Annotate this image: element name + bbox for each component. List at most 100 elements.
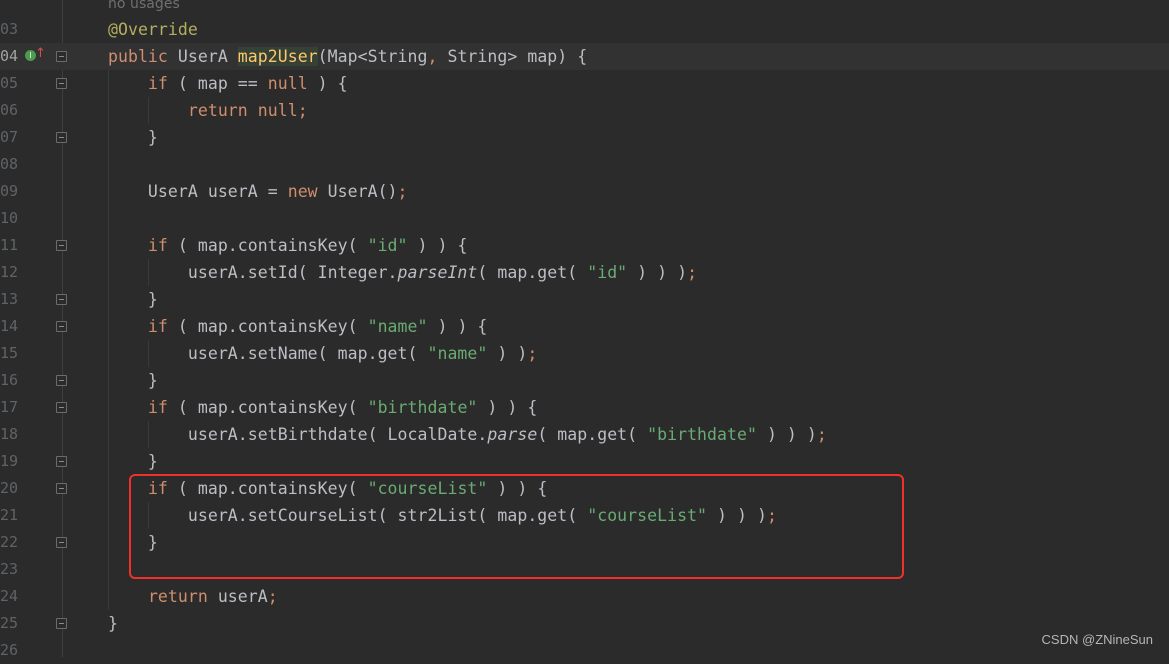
code-text: return null; (108, 97, 308, 124)
code-text: if ( map.containsKey( "name" ) ) { (108, 313, 487, 340)
line-number[interactable]: 11 (0, 232, 18, 259)
line-number[interactable]: 19 (0, 448, 18, 475)
code-token: "birthdate" (367, 398, 478, 417)
code-token: userA.setName( map.get( (108, 344, 428, 363)
line-number[interactable]: 06 (0, 97, 18, 124)
code-token: "birthdate" (647, 425, 757, 444)
line-number[interactable]: 22 (0, 529, 18, 556)
line-number[interactable]: 08 (0, 151, 18, 178)
fold-toggle-icon[interactable] (56, 456, 67, 467)
code-line[interactable]: 10 (0, 205, 1169, 232)
code-line[interactable]: 11 if ( map.containsKey( "id" ) ) { (0, 232, 1169, 259)
code-token: @Override (108, 20, 198, 39)
code-line[interactable]: 17 if ( map.containsKey( "birthdate" ) )… (0, 394, 1169, 421)
code-text: } (108, 286, 158, 313)
code-line[interactable]: 08 (0, 151, 1169, 178)
code-token: UserA (177, 47, 238, 66)
code-token: "name" (427, 344, 488, 363)
indent-guide (108, 70, 109, 610)
code-token: parse (487, 425, 538, 444)
code-token: ( map.containsKey( (167, 317, 368, 336)
code-line[interactable]: 04 I ↑ public UserA map2User(Map<String, St… (0, 43, 1169, 70)
code-token: new (287, 182, 318, 201)
line-number[interactable]: 18 (0, 421, 18, 448)
line-number[interactable]: 13 (0, 286, 18, 313)
line-number[interactable]: 12 (0, 259, 18, 286)
code-token: if (147, 236, 168, 255)
line-number[interactable]: 04 (0, 43, 18, 70)
code-token: ) ) ) (627, 263, 688, 282)
code-token: ) ) { (407, 236, 468, 255)
code-token: (Map<String (317, 47, 428, 66)
line-number[interactable]: 03 (0, 16, 18, 43)
fold-toggle-icon[interactable] (56, 321, 67, 332)
fold-toggle-icon[interactable] (56, 375, 67, 386)
fold-toggle-icon[interactable] (56, 51, 67, 62)
code-token: null (267, 74, 308, 93)
fold-toggle-icon[interactable] (56, 294, 67, 305)
code-token: userA (207, 587, 268, 606)
line-number[interactable]: 07 (0, 124, 18, 151)
line-number[interactable]: 20 (0, 475, 18, 502)
code-line[interactable]: 16 } (0, 367, 1169, 394)
code-token: userA.setBirthdate( LocalDate. (108, 425, 488, 444)
code-line[interactable]: 05 if ( map == null ) { (0, 70, 1169, 97)
code-line[interactable]: 03 @Override (0, 16, 1169, 43)
code-line[interactable]: 13 } (0, 286, 1169, 313)
fold-toggle-icon[interactable] (56, 402, 67, 413)
line-number[interactable]: 26 (0, 637, 18, 664)
code-line[interactable]: 25} (0, 610, 1169, 637)
line-number[interactable]: 14 (0, 313, 18, 340)
code-token: ) ) { (477, 398, 538, 417)
code-line[interactable]: 26 (0, 637, 1169, 664)
line-number[interactable]: 24 (0, 583, 18, 610)
line-number[interactable]: 10 (0, 205, 18, 232)
code-line[interactable]: 07 } (0, 124, 1169, 151)
code-token: ) ) ) (756, 425, 817, 444)
code-token: ; (397, 182, 408, 201)
line-number[interactable]: 25 (0, 610, 18, 637)
code-token: } (108, 452, 158, 471)
code-line[interactable]: 24 return userA; (0, 583, 1169, 610)
code-text: return userA; (108, 583, 278, 610)
override-arrow-icon[interactable]: ↑ (35, 47, 46, 60)
fold-toggle-icon[interactable] (56, 483, 67, 494)
indent-guide (148, 421, 149, 448)
code-token: public (108, 47, 178, 66)
line-number[interactable]: 15 (0, 340, 18, 367)
code-line[interactable]: 09 UserA userA = new UserA(); (0, 178, 1169, 205)
code-token: "id" (367, 236, 408, 255)
line-number[interactable]: 16 (0, 367, 18, 394)
watermark: CSDN @ZNineSun (1041, 632, 1153, 647)
code-line[interactable]: 12 userA.setId( Integer.parseInt( map.ge… (0, 259, 1169, 286)
code-token: } (108, 614, 118, 633)
code-line[interactable]: 14 if ( map.containsKey( "name" ) ) { (0, 313, 1169, 340)
fold-toggle-icon[interactable] (56, 132, 67, 143)
code-text: } (108, 124, 158, 151)
fold-toggle-icon[interactable] (56, 537, 67, 548)
code-line[interactable]: 06 return null; (0, 97, 1169, 124)
indent-guide (148, 259, 149, 286)
fold-toggle-icon[interactable] (56, 240, 67, 251)
code-token: ; (527, 344, 538, 363)
code-line[interactable]: 19 } (0, 448, 1169, 475)
code-token: ( map.get( (537, 425, 648, 444)
code-token: ) ) (487, 344, 528, 363)
line-number[interactable]: 09 (0, 178, 18, 205)
code-token: ( map.containsKey( (167, 398, 368, 417)
code-token: parseInt (397, 263, 478, 282)
code-token: ( map.containsKey( (167, 236, 368, 255)
code-token: , (427, 47, 438, 66)
line-number[interactable]: 05 (0, 70, 18, 97)
fold-toggle-icon[interactable] (56, 618, 67, 629)
highlight-annotation-box (129, 474, 904, 579)
code-line[interactable]: 15 userA.setName( map.get( "name" ) ); (0, 340, 1169, 367)
fold-toggle-icon[interactable] (56, 78, 67, 89)
line-number[interactable]: 21 (0, 502, 18, 529)
code-line[interactable]: 18 userA.setBirthdate( LocalDate.parse( … (0, 421, 1169, 448)
line-number[interactable]: 17 (0, 394, 18, 421)
code-token: ; (816, 425, 827, 444)
code-token: ; (687, 263, 698, 282)
line-number[interactable]: 23 (0, 556, 18, 583)
